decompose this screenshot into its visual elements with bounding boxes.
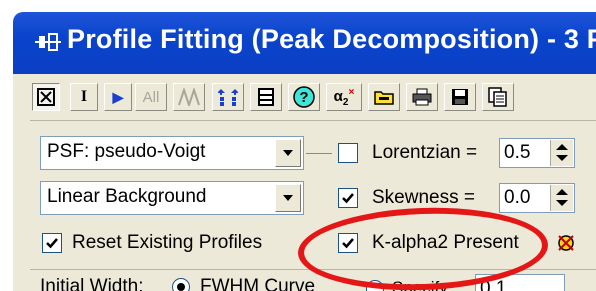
copy-icon [488, 87, 507, 107]
profile-fitting-window: Profile Fitting (Peak Decomposition) - 3… [0, 0, 596, 291]
help-icon: ? [293, 86, 315, 108]
cursor-button[interactable]: I [70, 83, 98, 111]
folder-icon [374, 91, 394, 105]
fwhm-curve-label: FWHM Curve [200, 276, 316, 291]
initial-width-label: Initial Width: [40, 276, 144, 291]
skewness-spin-buttons[interactable] [550, 185, 573, 211]
background-select-value: Linear Background [47, 186, 207, 207]
skewness-checkbox[interactable] [338, 188, 358, 208]
window-title: Profile Fitting (Peak Decomposition) - 3… [67, 24, 596, 54]
alpha2-button[interactable]: α2× [326, 83, 362, 111]
peaks-button[interactable] [173, 83, 205, 111]
open-button[interactable] [368, 83, 400, 111]
save-button[interactable] [444, 83, 476, 111]
lorentzian-spin-buttons[interactable] [550, 140, 573, 166]
checkmark-icon [342, 193, 354, 204]
print-button[interactable] [406, 83, 438, 111]
adjust-arrows-icon [218, 89, 238, 106]
peaks-icon [178, 88, 200, 106]
adjust-button[interactable] [212, 83, 244, 111]
all-label: All [142, 88, 160, 106]
copy-button[interactable] [482, 83, 514, 111]
chevron-down-icon [283, 150, 293, 156]
lorentzian-value: 0.5 [504, 142, 531, 163]
spin-down-icon [556, 200, 568, 206]
run-button[interactable]: ▶ [104, 83, 132, 111]
svg-text:?: ? [299, 89, 308, 106]
background-dropdown-button[interactable] [275, 184, 301, 212]
table-button[interactable] [250, 83, 282, 111]
lorentzian-checkbox[interactable] [338, 143, 358, 163]
skewness-stepper[interactable]: 0.0 [499, 183, 575, 213]
close-box-icon [37, 88, 55, 106]
toolbar: I ▶ All ? α2× [32, 77, 596, 117]
peak-fit-app-icon [35, 33, 61, 51]
text-cursor-icon: I [80, 88, 88, 105]
spin-up-icon [556, 144, 568, 150]
help-button[interactable]: ? [288, 83, 320, 111]
spin-down-icon [556, 155, 568, 161]
lorentzian-label: Lorentzian = [372, 142, 478, 163]
psf-select[interactable]: PSF: pseudo-Voigt [40, 136, 304, 170]
radio-selected-dot [177, 283, 185, 291]
floppy-disk-icon [452, 89, 468, 105]
lorentzian-stepper[interactable]: 0.5 [499, 138, 575, 168]
chevron-down-icon [283, 195, 293, 201]
alpha2-icon: α2× [333, 86, 355, 108]
skewness-label: Skewness = [372, 187, 475, 208]
fwhm-curve-radio[interactable] [172, 278, 190, 291]
reset-profiles-checkbox[interactable] [42, 233, 62, 253]
background-select[interactable]: Linear Background [40, 181, 304, 215]
all-button[interactable]: All [135, 83, 167, 111]
spin-up-icon [556, 189, 568, 195]
title-bar[interactable]: Profile Fitting (Peak Decomposition) - 3… [13, 12, 596, 74]
play-icon: ▶ [112, 88, 124, 105]
close-fit-button[interactable] [32, 83, 60, 111]
kalpha2-settings-icon[interactable] [554, 231, 578, 255]
psf-dropdown-button[interactable] [275, 139, 301, 167]
reset-profiles-label: Reset Existing Profiles [72, 232, 263, 253]
printer-icon [412, 88, 432, 106]
skewness-value: 0.0 [504, 187, 531, 208]
table-icon [258, 88, 274, 106]
psf-select-value: PSF: pseudo-Voigt [47, 141, 206, 162]
connector-line [306, 153, 332, 154]
checkmark-icon [46, 238, 58, 249]
